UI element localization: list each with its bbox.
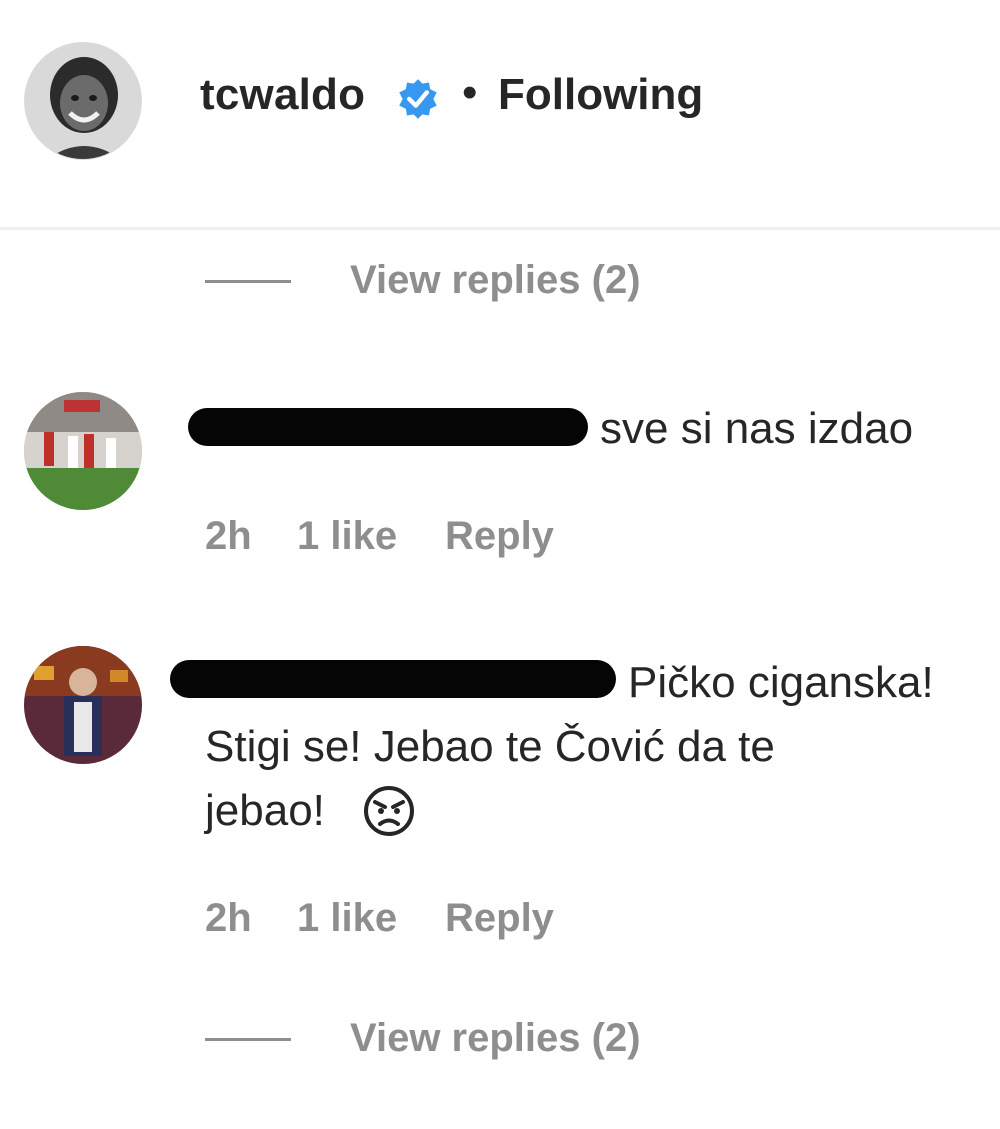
comment-text-line-2: Stigi se! Jebao te Čović da te <box>205 722 775 771</box>
post-header: tcwaldo • Following <box>0 0 1000 228</box>
replies-line <box>205 280 291 283</box>
author-username[interactable]: tcwaldo <box>200 70 365 120</box>
angry-face-icon <box>364 786 414 836</box>
comments-panel: tcwaldo • Following View replies (2) sve… <box>0 0 1000 1129</box>
comment-likes[interactable]: 1 like <box>297 514 397 559</box>
verified-badge-icon <box>399 79 437 119</box>
reply-button[interactable]: Reply <box>445 514 554 559</box>
comment-time: 2h <box>205 896 252 940</box>
view-replies-label: View replies (2) <box>350 1016 641 1060</box>
replies-line <box>205 1038 291 1041</box>
view-replies-label: View replies (2) <box>350 258 641 302</box>
following-button[interactable]: Following <box>498 70 703 120</box>
commenter-avatar[interactable] <box>24 392 142 510</box>
redacted-username <box>170 660 616 698</box>
commenter-avatar[interactable] <box>24 646 142 764</box>
comment-text-line-1: Pičko ciganska! <box>628 658 934 707</box>
comment-text-line-3: jebao! <box>205 786 325 835</box>
redacted-username <box>188 408 588 446</box>
comment-time: 2h <box>205 514 252 558</box>
comment-text: sve si nas izdao <box>600 404 914 453</box>
header-divider <box>0 227 1000 230</box>
separator-dot: • <box>462 68 478 117</box>
author-avatar[interactable] <box>24 42 142 160</box>
comment-likes[interactable]: 1 like <box>297 896 397 941</box>
reply-button[interactable]: Reply <box>445 896 554 941</box>
